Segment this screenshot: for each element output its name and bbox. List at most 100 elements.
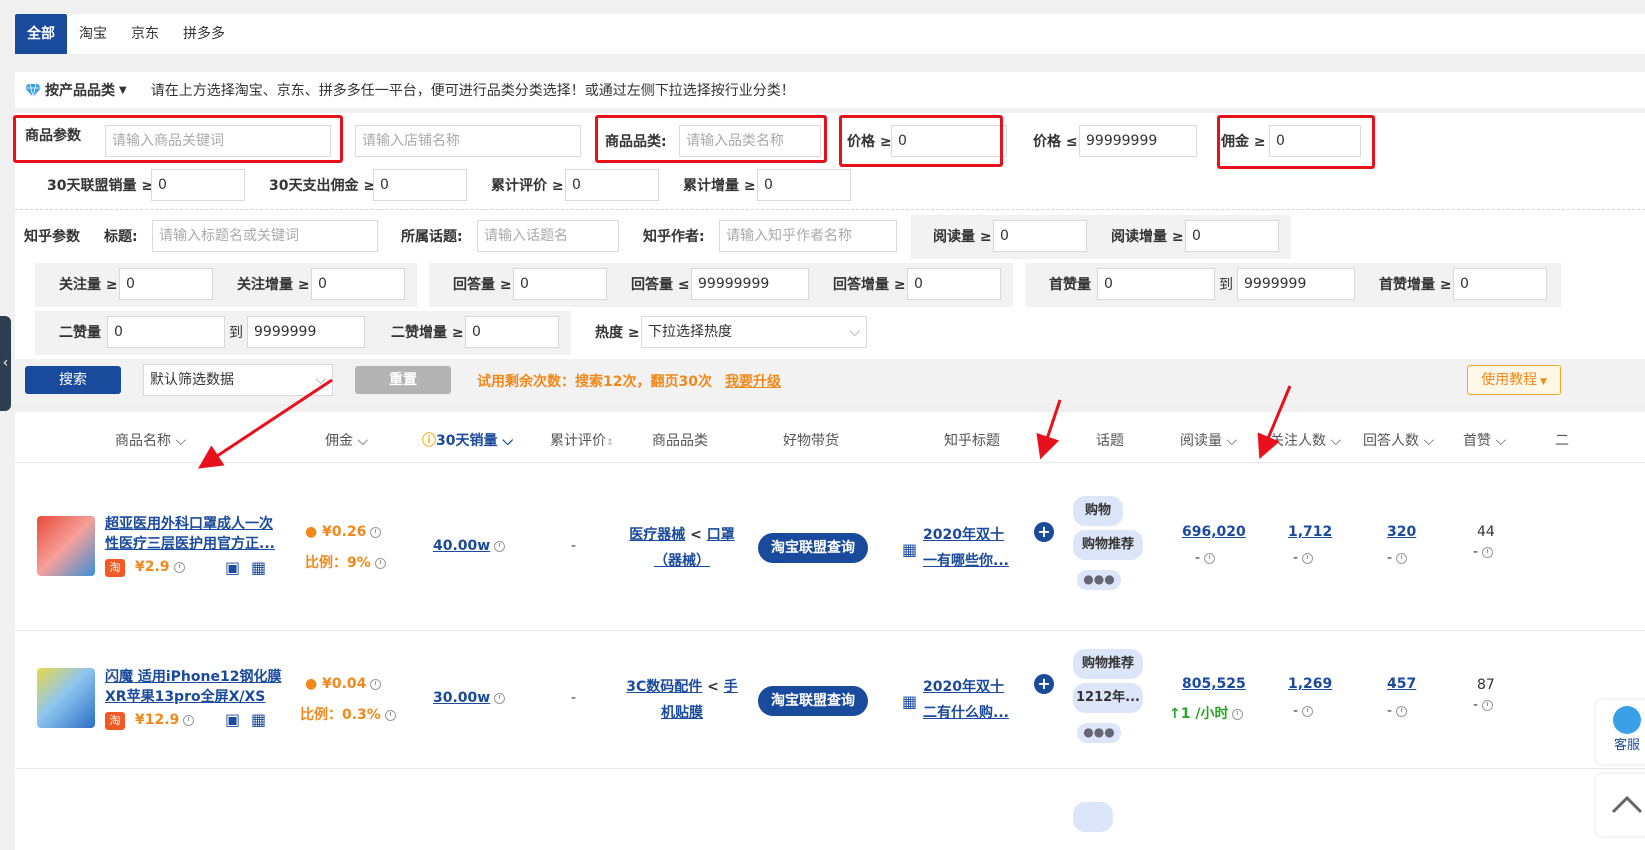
first-likes-inc-input[interactable]: 0 — [1453, 268, 1547, 300]
back-to-top-button[interactable] — [1596, 774, 1645, 836]
first-likes-max-input[interactable]: 9999999 — [1237, 268, 1355, 300]
taobao-union-query-button[interactable]: 淘宝联盟查询 — [758, 533, 868, 563]
reads-link[interactable]: 696,020 — [1182, 524, 1246, 540]
product-thumbnail[interactable] — [37, 516, 95, 576]
col-zhihu-title: 知乎标题 — [944, 433, 1000, 449]
sales-link[interactable]: 40.00w — [433, 538, 506, 554]
clock-icon — [1204, 552, 1216, 564]
tab-all[interactable]: 全部 — [15, 14, 67, 54]
tab-taobao[interactable]: 淘宝 — [67, 14, 119, 54]
category-path: 医疗器械 < 口罩（器械） — [629, 527, 735, 569]
search-button[interactable]: 搜索 — [25, 366, 121, 394]
qrcode-icon[interactable]: ▦ — [251, 558, 266, 577]
customer-service-button[interactable]: 客服 — [1596, 700, 1645, 764]
follows-link[interactable]: 1,712 — [1288, 524, 1332, 540]
zhihu-title-link[interactable]: 2020年双十二有什么购... — [923, 674, 1011, 730]
price-max-label: 价格 ≤ — [1033, 134, 1078, 150]
tab-pdd[interactable]: 拼多多 — [171, 14, 237, 54]
author-input[interactable]: 请输入知乎作者名称 — [719, 220, 897, 252]
topic-tag[interactable]: 购物推荐 — [1073, 649, 1143, 679]
follows-inc-input[interactable]: 0 — [311, 268, 405, 300]
product-thumbnail[interactable] — [37, 668, 95, 728]
reads-link[interactable]: 805,525 — [1182, 676, 1246, 692]
col-first-likes[interactable]: 首赞 ⌵ — [1463, 430, 1506, 450]
add-icon[interactable]: + — [1034, 674, 1054, 694]
category-parent-link[interactable]: 医疗器械 — [629, 527, 685, 543]
category-parent-link[interactable]: 3C数码配件 — [626, 679, 702, 695]
sidebar-collapse-tab[interactable]: ‹ — [0, 316, 11, 411]
clock-icon — [1302, 552, 1314, 564]
price-max-input[interactable]: 99999999 — [1079, 125, 1197, 157]
answers-link[interactable]: 320 — [1387, 524, 1416, 540]
col-commission[interactable]: 佣金 ⌵ — [325, 430, 368, 450]
col-sales30[interactable]: ⓘ30天销量 ⌵ — [422, 430, 513, 450]
sort-icon: ⇕ — [606, 438, 614, 448]
col-answers-label: 回答人数 — [1363, 433, 1419, 449]
topic-tag[interactable]: 购物推荐 — [1073, 530, 1143, 560]
heat-select-value: 下拉选择热度 — [648, 324, 732, 340]
shop-input[interactable]: 请输入店铺名称 — [355, 125, 581, 157]
shop-icon[interactable]: ▣ — [225, 710, 240, 729]
zhihu-title-input[interactable]: 请输入标题名或关键词 — [152, 220, 378, 252]
topic-tag[interactable] — [1073, 802, 1113, 832]
reads-inc-label: 阅读增量 ≥ — [1111, 229, 1184, 245]
answers-link[interactable]: 457 — [1387, 676, 1416, 692]
clock-icon — [1302, 705, 1314, 717]
product-name-link[interactable]: 超亚医用外科口罩成人一次性医疗三层医护用官方正... — [105, 514, 285, 554]
col-answers[interactable]: 回答人数 ⌵ — [1363, 430, 1434, 450]
second-likes-min-input[interactable]: 0 — [107, 316, 225, 348]
answers-min-input[interactable]: 0 — [513, 268, 607, 300]
reset-button[interactable]: 重置 — [355, 366, 451, 394]
chevron-left-icon: ‹ — [2, 355, 9, 371]
category-select[interactable]: 按产品品类 ▼ — [25, 80, 127, 100]
topic-tag[interactable]: 1212年... — [1073, 683, 1143, 713]
follows-delta: - — [1293, 703, 1314, 719]
heat-select[interactable]: 下拉选择热度 ⌵ — [641, 316, 867, 348]
shop-icon[interactable]: ▣ — [225, 558, 240, 577]
reads-input[interactable]: 0 — [993, 220, 1087, 252]
answers-inc-input[interactable]: 0 — [907, 268, 1001, 300]
topic-tag[interactable]: 购物 — [1073, 496, 1123, 526]
col-reviews[interactable]: 累计评价⇕ — [550, 430, 614, 450]
reviews-input[interactable]: 0 — [565, 169, 659, 201]
default-filter-select[interactable]: 默认筛选数据 ⌵ — [143, 364, 333, 396]
chevron-down-icon: ⌵ — [849, 324, 860, 340]
col-product-name[interactable]: 商品名称 ⌵ — [115, 430, 186, 450]
clock-icon — [494, 692, 506, 704]
to-label-2: 到 — [229, 325, 243, 341]
upgrade-link[interactable]: 我要升级 — [725, 371, 781, 391]
second-likes-max-input[interactable]: 9999999 — [247, 316, 365, 348]
tab-jd[interactable]: 京东 — [119, 14, 171, 54]
col-product-name-label: 商品名称 — [115, 433, 171, 449]
more-topics-button[interactable]: ●●● — [1077, 570, 1121, 590]
commission-ratio-value: 比例：9% — [305, 555, 371, 571]
sales30-input[interactable]: 0 — [151, 169, 245, 201]
reviews-inc-input[interactable]: 0 — [757, 169, 851, 201]
add-icon[interactable]: + — [1034, 522, 1054, 542]
qrcode-icon[interactable]: ▦ — [902, 692, 917, 711]
product-price-value: ¥2.9 — [135, 559, 170, 575]
qrcode-icon[interactable]: ▦ — [251, 710, 266, 729]
zhihu-title-link[interactable]: 2020年双十一有哪些你... — [923, 522, 1011, 578]
topic-input[interactable]: 请输入话题名 — [477, 220, 619, 252]
sales-link[interactable]: 30.00w — [433, 690, 506, 706]
qrcode-icon[interactable]: ▦ — [902, 540, 917, 559]
col-category: 商品品类 — [652, 433, 708, 449]
second-likes-inc-input[interactable]: 0 — [465, 316, 559, 348]
col-commission-label: 佣金 — [325, 433, 353, 449]
answers-max-input[interactable]: 99999999 — [691, 268, 809, 300]
reads-inc-input[interactable]: 0 — [1185, 220, 1279, 252]
clock-icon — [1482, 546, 1494, 558]
first-likes-min-input[interactable]: 0 — [1097, 268, 1215, 300]
col-follows[interactable]: 关注人数 ⌵ — [1270, 430, 1341, 450]
more-topics-button[interactable]: ●●● — [1077, 723, 1121, 743]
col-reads[interactable]: 阅读量 ⌵ — [1180, 430, 1237, 450]
follows-input[interactable]: 0 — [119, 268, 213, 300]
taobao-union-query-button[interactable]: 淘宝联盟查询 — [758, 686, 868, 716]
follows-link[interactable]: 1,269 — [1288, 676, 1332, 692]
spend30-input[interactable]: 0 — [373, 169, 467, 201]
answers-delta-value: - — [1387, 550, 1393, 566]
to-label: 到 — [1219, 277, 1233, 293]
tutorial-button[interactable]: 使用教程 ▼ — [1467, 365, 1561, 395]
product-name-link[interactable]: 闪魔 适用iPhone12钢化膜XR苹果13pro全屏X/XS屏... — [105, 667, 285, 707]
